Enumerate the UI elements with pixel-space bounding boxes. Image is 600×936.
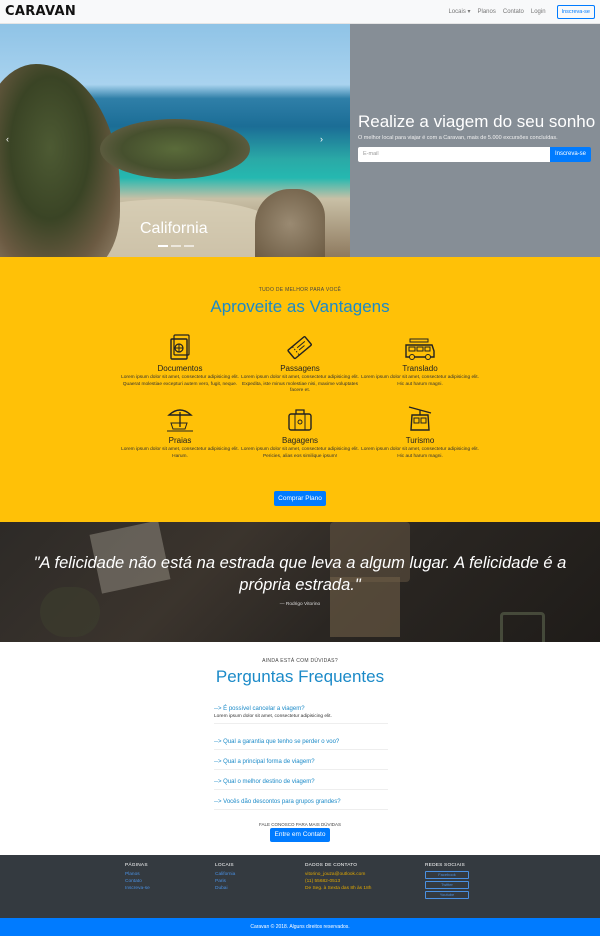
footer-pages: PÁGINAS Planos Contato Inscreva-se (125, 862, 150, 892)
advantages-title: Aproveite as Vantagens (210, 297, 390, 316)
carousel-next-icon[interactable]: › (320, 134, 323, 144)
email-input[interactable]: E-mail (358, 147, 550, 162)
carousel-indicators (158, 245, 194, 247)
faq-question[interactable]: --> Qual a principal forma de viagem? (214, 759, 388, 765)
faq-item[interactable]: --> Qual a principal forma de viagem? (214, 759, 388, 770)
copyright-bar: Caravan © 2018. Alguns direitos reservad… (0, 918, 600, 936)
footer-heading: REDES SOCIAIS (425, 863, 465, 868)
feature-turismo: Turismo Lorem ipsum dolor sit amet, cons… (360, 405, 480, 460)
feature-documentos: Documentos Lorem ipsum dolor sit amet, c… (120, 333, 240, 388)
quote-section: "A felicidade não está na estrada que le… (0, 522, 600, 642)
footer-heading: DADOS DE CONTATO (305, 863, 358, 868)
footer-heading: PÁGINAS (125, 863, 148, 868)
footer-link[interactable]: Planos (125, 871, 150, 878)
brand-logo[interactable]: CARAVAN (5, 4, 76, 19)
feature-text: Lorem ipsum dolor sit amet, consectetur … (241, 447, 359, 459)
signup-form: E-mail Inscreva-se (358, 147, 592, 162)
beach-icon (120, 405, 240, 433)
footer-social: REDES SOCIAIS Facebook Twitter Youtube (425, 862, 469, 901)
footer-link[interactable]: Dubai (215, 885, 235, 892)
faq-question[interactable]: --> Qual o melhor destino de viagem? (214, 779, 388, 785)
footer-link[interactable]: Inscreva-se (125, 885, 150, 892)
contact-button[interactable]: Entre em Contato (270, 828, 330, 842)
feature-text: Lorem ipsum dolor sit amet, consectetur … (121, 447, 239, 459)
nav-item-planos[interactable]: Planos (478, 9, 496, 15)
contact-hours: De Seg. à Sexta das 8h às 18h (305, 886, 372, 891)
faq-item[interactable]: --> Vocês dão descontos para grupos gran… (214, 799, 388, 810)
feature-title: Passagens (280, 364, 320, 373)
footer-link[interactable]: California (215, 871, 235, 878)
buy-plan-button[interactable]: Comprar Plano (274, 491, 326, 506)
van-icon (360, 333, 480, 361)
contact-email[interactable]: vitorino_jouza@outlook.com (305, 871, 371, 878)
hero-section: ‹ › California Realize a viagem do seu s… (0, 24, 600, 257)
advantages-kicker: TUDO DE MELHOR PARA VOCÊ (258, 287, 342, 293)
subscribe-button[interactable]: Inscreva-se (550, 147, 591, 162)
cable-car-icon (360, 405, 480, 433)
faq-kicker: AINDA ESTÁ COM DÚVIDAS? (262, 658, 338, 664)
carousel-indicator[interactable] (171, 245, 181, 247)
hero-signup-panel: Realize a viagem do seu sonho O melhor l… (350, 24, 600, 257)
footer-places: LOCAIS California Paris Dubai (215, 862, 235, 892)
feature-text: Lorem ipsum dolor sit amet, consectetur … (361, 447, 479, 459)
carousel-image-rock (255, 189, 325, 257)
faq-item[interactable]: --> É possível cancelar a viagem? Lorem … (214, 706, 388, 724)
faq-question[interactable]: --> É possível cancelar a viagem? (214, 706, 388, 712)
quote-text: "A felicidade não está na estrada que le… (33, 554, 567, 594)
hero-carousel[interactable]: ‹ › California (0, 24, 350, 257)
advantages-section: TUDO DE MELHOR PARA VOCÊ Aproveite as Va… (0, 257, 600, 522)
faq-question[interactable]: --> Qual a garantia que tenho se perder … (214, 739, 388, 745)
feature-title: Documentos (157, 364, 203, 373)
feature-bagagens: Bagagens Lorem ipsum dolor sit amet, con… (240, 405, 360, 460)
feature-title: Bagagens (281, 436, 319, 445)
feature-translado: Translado Lorem ipsum dolor sit amet, co… (360, 333, 480, 388)
faq-item[interactable]: --> Qual o melhor destino de viagem? (214, 779, 388, 790)
luggage-icon (240, 405, 360, 433)
nav-item-contato[interactable]: Contato (503, 9, 524, 15)
youtube-button[interactable]: Youtube (425, 891, 469, 899)
faq-question[interactable]: --> Vocês dão descontos para grupos gran… (214, 799, 388, 805)
feature-text: Lorem ipsum dolor sit amet, consectetur … (361, 375, 479, 387)
footer-contact: DADOS DE CONTATO vitorino_jouza@outlook.… (305, 862, 371, 892)
footer-link[interactable]: Contato (125, 878, 150, 885)
feature-passagens: Passagens Lorem ipsum dolor sit amet, co… (240, 333, 360, 395)
carousel-indicator[interactable] (184, 245, 194, 247)
nav-signup-button[interactable]: Inscreva-se (556, 4, 595, 19)
carousel-image-cliff (0, 64, 120, 257)
quote-author: — Rodrigo Vitorino (279, 602, 321, 607)
footer: PÁGINAS Planos Contato Inscreva-se LOCAI… (0, 855, 600, 918)
background-frame (500, 612, 545, 642)
contact-phone: (11) 55682-0513 (305, 879, 341, 884)
faq-answer: Lorem ipsum dolor sit amet, consectetur … (214, 714, 332, 719)
footer-link[interactable]: Paris (215, 878, 235, 885)
hero-subtitle: O melhor local para viajar é com a Carav… (358, 135, 558, 141)
navbar: CARAVAN Locais ▾ Planos Contato Login In… (0, 0, 600, 24)
carousel-indicator[interactable] (158, 245, 168, 247)
faq-section: AINDA ESTÁ COM DÚVIDAS? Perguntas Freque… (0, 642, 600, 855)
passport-icon (120, 333, 240, 361)
feature-praias: Praias Lorem ipsum dolor sit amet, conse… (120, 405, 240, 460)
nav-item-login[interactable]: Login (531, 9, 546, 15)
feature-title: Praias (168, 436, 192, 445)
footer-heading: LOCAIS (215, 863, 234, 868)
feature-title: Turismo (405, 436, 435, 445)
carousel-prev-icon[interactable]: ‹ (6, 134, 9, 144)
faq-item[interactable]: --> Qual a garantia que tenho se perder … (214, 739, 388, 750)
nav-item-locais[interactable]: Locais ▾ (448, 8, 470, 15)
feature-text: Lorem ipsum dolor sit amet, consectetur … (121, 375, 239, 387)
feature-text: Lorem ipsum dolor sit amet, consectetur … (241, 375, 359, 394)
facebook-button[interactable]: Facebook (425, 871, 469, 879)
ticket-icon (240, 333, 360, 361)
contact-caption: FALE CONOSCO PARA MAIS DÚVIDAS (259, 822, 341, 827)
carousel-caption: California (140, 220, 208, 237)
feature-title: Translado (402, 364, 438, 373)
faq-title: Perguntas Frequentes (215, 667, 385, 686)
carousel-image-headland (100, 119, 250, 179)
twitter-button[interactable]: Twitter (425, 881, 469, 889)
nav-links: Locais ▾ Planos Contato Login Inscreva-s… (448, 4, 595, 19)
hero-title: Realize a viagem do seu sonho (358, 112, 596, 131)
